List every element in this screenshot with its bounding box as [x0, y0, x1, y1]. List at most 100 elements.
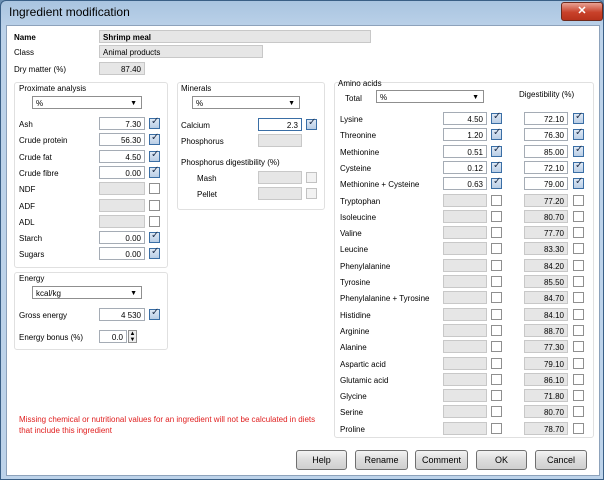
amino-row-checkbox[interactable]	[491, 144, 502, 157]
gross-energy-field[interactable]: 4 530	[99, 308, 145, 321]
proximate-row-field[interactable]: 0.00	[99, 247, 145, 260]
amino-digestibility-checkbox[interactable]	[573, 390, 584, 401]
amino-digestibility-checkbox[interactable]	[573, 260, 584, 271]
amino-digestibility-checkbox[interactable]	[573, 325, 584, 336]
rename-button[interactable]: Rename	[355, 450, 408, 470]
amino-row-field[interactable]	[443, 340, 487, 353]
proximate-row-field[interactable]: 7.30	[99, 117, 145, 130]
amino-row-field[interactable]	[443, 291, 487, 304]
proximate-row-field[interactable]: 4.50	[99, 150, 145, 163]
proximate-row-field[interactable]: 56.30	[99, 133, 145, 146]
amino-row-checkbox[interactable]	[491, 211, 502, 222]
amino-row-field[interactable]: 0.12	[443, 161, 487, 174]
amino-row-checkbox[interactable]	[491, 309, 502, 320]
amino-digestibility-field[interactable]: 71.80	[524, 389, 568, 402]
amino-row-checkbox[interactable]	[491, 127, 502, 140]
amino-row-field[interactable]: 4.50	[443, 112, 487, 125]
amino-digestibility-checkbox[interactable]	[573, 309, 584, 320]
amino-digestibility-field[interactable]: 72.10	[524, 161, 568, 174]
amino-row-checkbox[interactable]	[491, 358, 502, 369]
amino-digestibility-checkbox[interactable]	[573, 127, 584, 140]
amino-row-checkbox[interactable]	[491, 243, 502, 254]
amino-row-checkbox[interactable]	[491, 374, 502, 385]
amino-digestibility-field[interactable]: 78.70	[524, 422, 568, 435]
amino-digestibility-field[interactable]: 84.20	[524, 259, 568, 272]
amino-row-checkbox[interactable]	[491, 176, 502, 189]
amino-row-checkbox[interactable]	[491, 227, 502, 238]
amino-digestibility-field[interactable]: 84.10	[524, 308, 568, 321]
proximate-row-field[interactable]: 0.00	[99, 166, 145, 179]
amino-row-checkbox[interactable]	[491, 292, 502, 303]
energy-unit-select[interactable]: kcal/kg ▼	[32, 286, 142, 299]
amino-row-checkbox[interactable]	[491, 423, 502, 434]
proximate-row-checkbox[interactable]	[149, 216, 160, 227]
name-field[interactable]: Shrimp meal	[99, 30, 371, 43]
amino-row-field[interactable]	[443, 210, 487, 223]
energy-bonus-field[interactable]: 0.0	[99, 330, 127, 343]
proximate-row-field[interactable]: 0.00	[99, 231, 145, 244]
amino-digestibility-field[interactable]: 86.10	[524, 373, 568, 386]
amino-digestibility-field[interactable]: 88.70	[524, 324, 568, 337]
amino-unit-select[interactable]: % ▼	[376, 90, 484, 103]
amino-digestibility-checkbox[interactable]	[573, 195, 584, 206]
amino-digestibility-field[interactable]: 80.70	[524, 405, 568, 418]
amino-row-field[interactable]	[443, 259, 487, 272]
amino-row-checkbox[interactable]	[491, 341, 502, 352]
amino-row-field[interactable]	[443, 275, 487, 288]
minerals-unit-select[interactable]: % ▼	[192, 96, 300, 109]
amino-row-checkbox[interactable]	[491, 390, 502, 401]
proximate-row-checkbox[interactable]	[149, 132, 160, 145]
proximate-unit-select[interactable]: % ▼	[32, 96, 142, 109]
proximate-row-checkbox[interactable]	[149, 149, 160, 162]
amino-row-field[interactable]	[443, 308, 487, 321]
proximate-row-checkbox[interactable]	[149, 246, 160, 259]
ok-button[interactable]: OK	[476, 450, 527, 470]
amino-row-field[interactable]	[443, 242, 487, 255]
amino-digestibility-checkbox[interactable]	[573, 227, 584, 238]
proximate-row-checkbox[interactable]	[149, 165, 160, 178]
proximate-row-checkbox[interactable]	[149, 183, 160, 194]
amino-digestibility-field[interactable]: 79.00	[524, 177, 568, 190]
amino-row-field[interactable]	[443, 373, 487, 386]
amino-row-checkbox[interactable]	[491, 406, 502, 417]
proximate-row-checkbox[interactable]	[149, 116, 160, 129]
amino-row-checkbox[interactable]	[491, 195, 502, 206]
amino-digestibility-checkbox[interactable]	[573, 358, 584, 369]
amino-digestibility-checkbox[interactable]	[573, 374, 584, 385]
amino-digestibility-checkbox[interactable]	[573, 144, 584, 157]
amino-row-field[interactable]	[443, 389, 487, 402]
amino-row-field[interactable]	[443, 324, 487, 337]
amino-digestibility-checkbox[interactable]	[573, 211, 584, 222]
amino-row-field[interactable]: 0.63	[443, 177, 487, 190]
amino-digestibility-field[interactable]: 80.70	[524, 210, 568, 223]
amino-digestibility-field[interactable]: 77.30	[524, 340, 568, 353]
amino-digestibility-field[interactable]: 84.70	[524, 291, 568, 304]
calcium-checkbox[interactable]	[306, 117, 317, 130]
close-button[interactable]: ✕	[561, 2, 603, 21]
cancel-button[interactable]: Cancel	[535, 450, 587, 470]
amino-row-checkbox[interactable]	[491, 111, 502, 124]
amino-digestibility-checkbox[interactable]	[573, 292, 584, 303]
amino-row-field[interactable]	[443, 357, 487, 370]
amino-row-checkbox[interactable]	[491, 160, 502, 173]
amino-row-field[interactable]	[443, 194, 487, 207]
gross-energy-checkbox[interactable]	[149, 307, 160, 320]
amino-row-checkbox[interactable]	[491, 325, 502, 336]
amino-row-field[interactable]: 0.51	[443, 145, 487, 158]
amino-digestibility-checkbox[interactable]	[573, 423, 584, 434]
amino-digestibility-checkbox[interactable]	[573, 341, 584, 352]
calcium-field[interactable]: 2.3	[258, 118, 302, 131]
amino-row-field[interactable]	[443, 405, 487, 418]
amino-digestibility-field[interactable]: 85.00	[524, 145, 568, 158]
amino-digestibility-checkbox[interactable]	[573, 176, 584, 189]
amino-row-field[interactable]	[443, 226, 487, 239]
amino-digestibility-checkbox[interactable]	[573, 276, 584, 287]
amino-row-field[interactable]	[443, 422, 487, 435]
amino-digestibility-field[interactable]: 77.20	[524, 194, 568, 207]
comment-button[interactable]: Comment	[415, 450, 468, 470]
amino-digestibility-checkbox[interactable]	[573, 406, 584, 417]
proximate-row-checkbox[interactable]	[149, 200, 160, 211]
help-button[interactable]: Help	[296, 450, 347, 470]
amino-digestibility-field[interactable]: 85.50	[524, 275, 568, 288]
amino-row-checkbox[interactable]	[491, 260, 502, 271]
